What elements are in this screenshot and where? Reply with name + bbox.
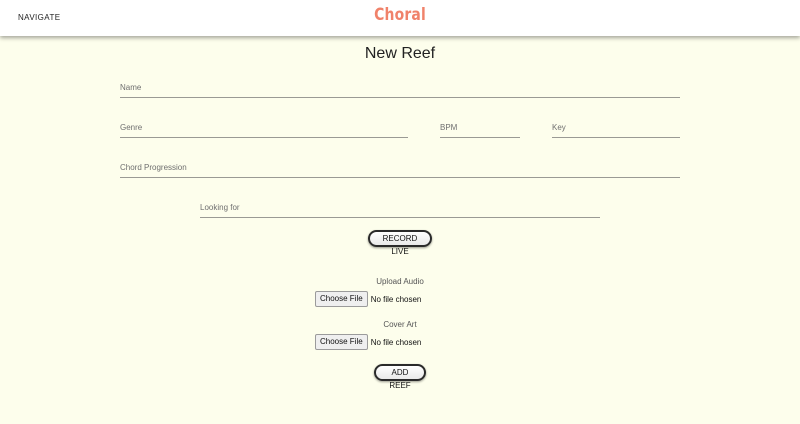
bpm-field [440, 117, 520, 138]
page-title: New Reef [364, 45, 436, 62]
key-field [552, 117, 680, 138]
chord-progression-input[interactable] [120, 157, 680, 177]
app-bar: NAVIGATE Choral [0, 0, 800, 36]
looking-for-input[interactable] [200, 197, 600, 217]
chord-progression-field [120, 157, 680, 178]
genre-field [120, 117, 408, 138]
looking-for-field [200, 197, 600, 218]
cover-art-file-input: Choose File No file chosen [315, 334, 421, 350]
upload-audio-label: Upload Audio [376, 277, 424, 286]
upload-audio-choose-file-button[interactable]: Choose File [315, 291, 368, 307]
record-live-button[interactable]: RECORD LIVE [368, 230, 432, 256]
name-field [120, 77, 680, 98]
bpm-input[interactable] [440, 117, 520, 137]
genre-input[interactable] [120, 117, 408, 137]
key-input[interactable] [552, 117, 680, 137]
cover-art-label: Cover Art [383, 320, 417, 329]
cover-art-file-status: No file chosen [370, 337, 422, 347]
navigate-button[interactable]: NAVIGATE [10, 9, 68, 27]
name-input[interactable] [120, 77, 680, 97]
upload-audio-file-status: No file chosen [370, 294, 422, 304]
cover-art-choose-file-button[interactable]: Choose File [315, 334, 368, 350]
upload-audio-file-input: Choose File No file chosen [315, 291, 421, 307]
brand-logo: Choral [374, 5, 426, 25]
add-reef-button[interactable]: ADD REEF [374, 364, 426, 390]
